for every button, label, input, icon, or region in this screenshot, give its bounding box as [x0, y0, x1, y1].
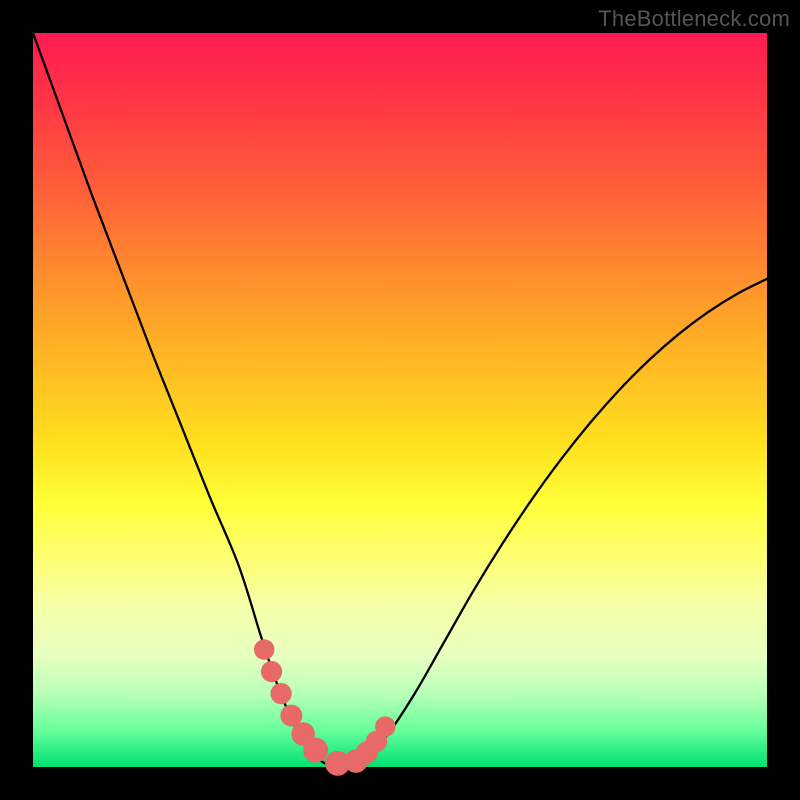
highlight-marker [254, 639, 275, 660]
marker-group [254, 639, 396, 776]
chart-stage: TheBottleneck.com [0, 0, 800, 800]
watermark-text: TheBottleneck.com [598, 6, 790, 32]
bottleneck-curve [33, 33, 767, 768]
highlight-marker [375, 716, 396, 737]
curve-svg [33, 33, 767, 767]
highlight-marker [270, 683, 291, 704]
highlight-marker [303, 738, 328, 763]
plot-area [33, 33, 767, 767]
highlight-marker [261, 661, 282, 682]
